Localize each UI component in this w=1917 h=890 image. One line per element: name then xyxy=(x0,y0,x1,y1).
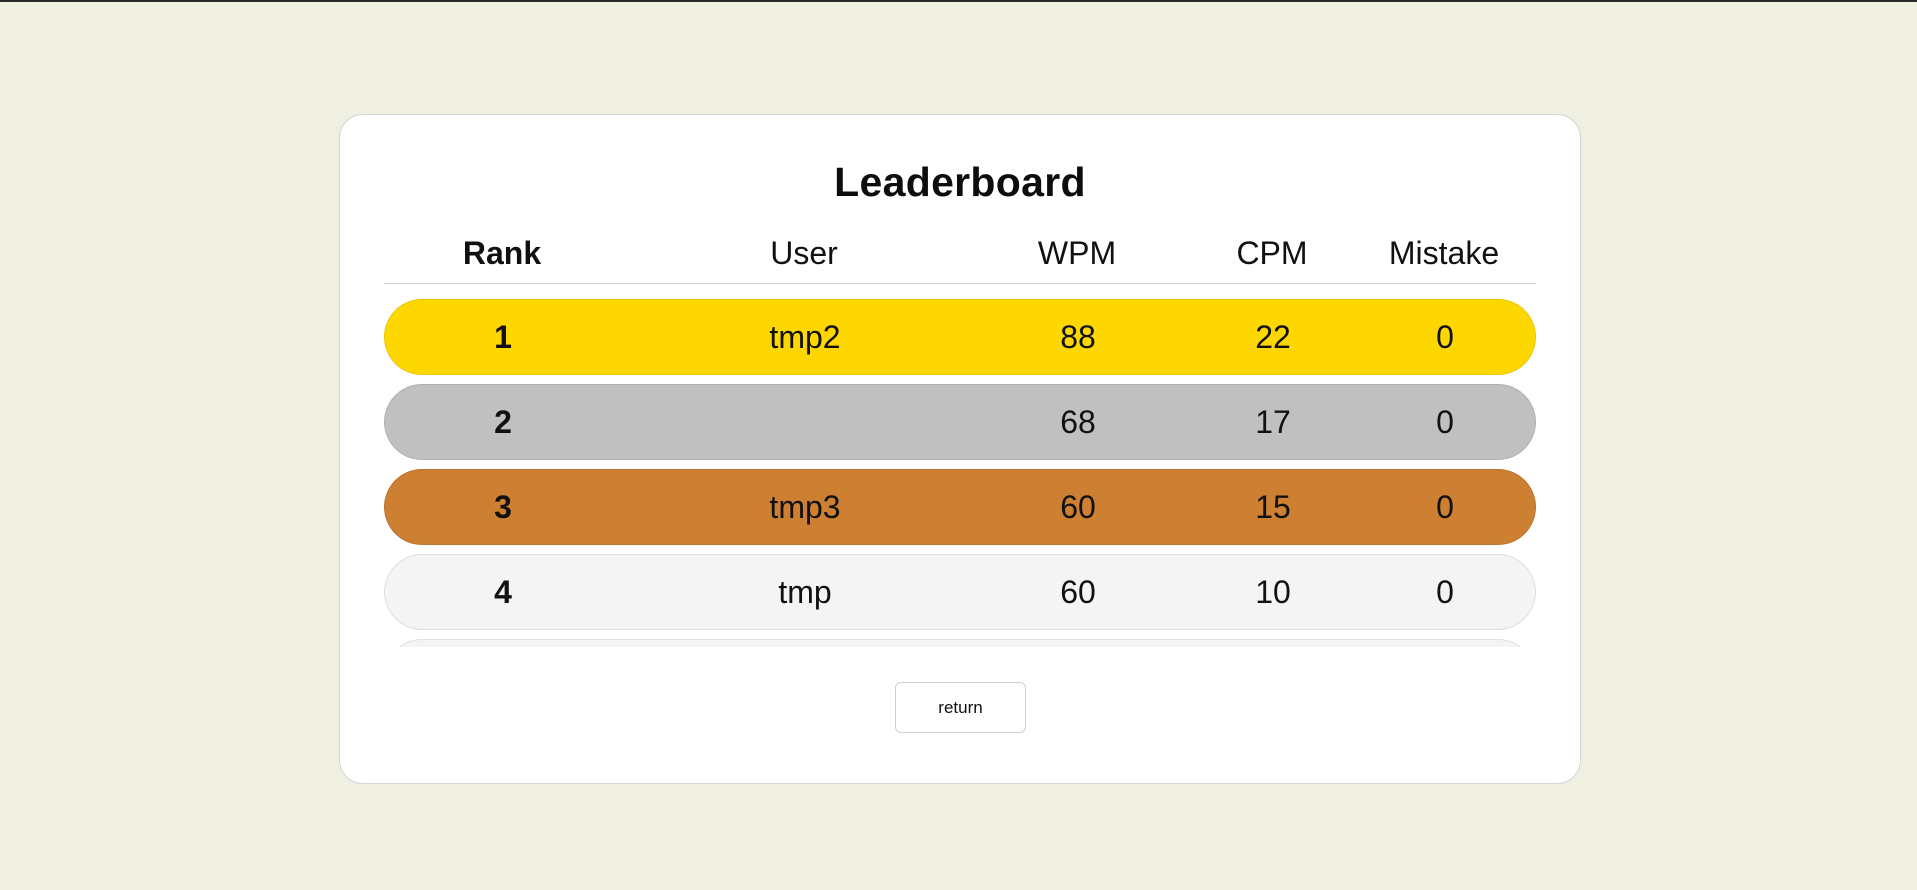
row-cpm xyxy=(1191,640,1355,647)
page-title: Leaderboard xyxy=(834,159,1086,205)
row-wpm: 68 xyxy=(1060,403,1096,440)
column-header-wpm: WPM xyxy=(1037,234,1117,271)
row-rank: 1 xyxy=(494,318,512,355)
row-wpm: 60 xyxy=(1060,488,1096,525)
return-button[interactable]: return xyxy=(895,682,1026,733)
table-row: 2 68 17 0 xyxy=(384,384,1536,460)
column-header-rank: Rank xyxy=(462,234,542,271)
row-rank: 2 xyxy=(494,403,512,440)
row-cpm: 17 xyxy=(1255,403,1291,440)
row-mistake: 0 xyxy=(1436,573,1454,610)
row-user: tmp xyxy=(778,573,832,610)
row-cpm: 15 xyxy=(1255,488,1291,525)
row-wpm: 88 xyxy=(1060,318,1096,355)
leaderboard-rows[interactable]: 1 tmp2 88 22 0 2 68 17 0 3 tmp3 60 15 0 … xyxy=(384,299,1536,647)
row-mistake: 0 xyxy=(1436,488,1454,525)
column-header-mistake: Mistake xyxy=(1388,234,1500,271)
column-header-cpm: CPM xyxy=(1236,234,1308,271)
row-wpm: 60 xyxy=(1060,573,1096,610)
table-row: 4 tmp 60 10 0 xyxy=(384,554,1536,630)
table-row xyxy=(384,639,1536,647)
row-cpm: 22 xyxy=(1255,318,1291,355)
row-cpm: 10 xyxy=(1255,573,1291,610)
table-row: 3 tmp3 60 15 0 xyxy=(384,469,1536,545)
table-row: 1 tmp2 88 22 0 xyxy=(384,299,1536,375)
row-user: tmp3 xyxy=(769,488,841,525)
row-user xyxy=(685,385,925,459)
row-rank: 3 xyxy=(494,488,512,525)
column-header-user: User xyxy=(770,234,838,271)
row-wpm xyxy=(965,640,1191,647)
row-rank xyxy=(401,640,605,647)
row-rank: 4 xyxy=(494,573,512,610)
row-mistake xyxy=(1355,640,1535,647)
leaderboard-card: Leaderboard Rank User WPM CPM Mistake 1 … xyxy=(339,114,1581,784)
table-header: Rank User WPM CPM Mistake xyxy=(384,229,1536,284)
row-mistake: 0 xyxy=(1436,403,1454,440)
row-user xyxy=(685,640,925,647)
row-mistake: 0 xyxy=(1436,318,1454,355)
row-user: tmp2 xyxy=(769,318,841,355)
